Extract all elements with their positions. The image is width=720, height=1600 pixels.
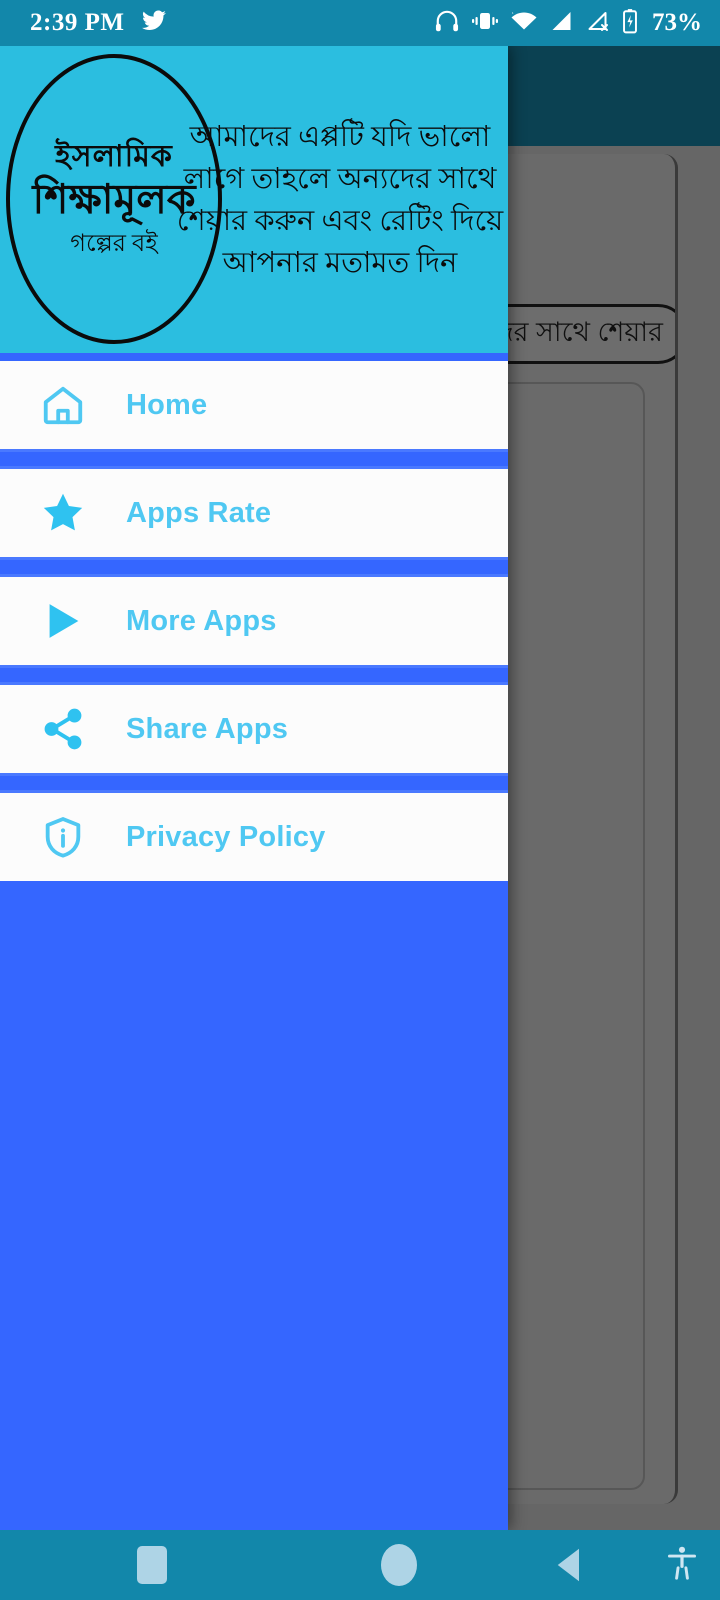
- drawer-divider: [0, 881, 508, 889]
- status-bar-right: 73%: [434, 8, 702, 39]
- back-triangle-icon[interactable]: [494, 1530, 644, 1600]
- home-circle-icon[interactable]: [304, 1530, 494, 1600]
- play-icon: [26, 598, 100, 644]
- system-navigation-bar: [0, 1530, 720, 1600]
- clock: 2:39 PM: [30, 9, 125, 36]
- drawer-divider: [0, 353, 508, 361]
- recents-glyph: [137, 1546, 167, 1584]
- back-glyph: [557, 1548, 579, 1582]
- headphones-icon: [434, 8, 460, 39]
- signal-off-icon: [585, 9, 610, 38]
- battery-percentage: 73%: [652, 9, 702, 36]
- battery-charging-icon: [621, 8, 639, 39]
- vibrate-icon: [471, 9, 499, 38]
- sidebar-item-label: Apps Rate: [126, 496, 272, 529]
- sidebar-item-label: More Apps: [126, 604, 277, 637]
- share-icon: [26, 706, 100, 752]
- status-bar-left: 2:39 PM: [30, 8, 168, 39]
- drawer-header-tagline: আমাদের এপ্পটি যদি ভালো লাগে তাহলে অন্যদে…: [176, 121, 504, 279]
- sidebar-item-label: Home: [126, 388, 208, 421]
- drawer-header: ইসলামিক শিক্ষামূলক গল্পের বই আমাদের এপ্প…: [0, 46, 508, 353]
- recents-square-icon[interactable]: [0, 1530, 304, 1600]
- star-icon: [26, 489, 100, 537]
- status-bar: 2:39 PM 73%: [0, 0, 720, 46]
- drawer-divider: [0, 557, 508, 577]
- sidebar-item-home[interactable]: Home: [0, 361, 508, 449]
- twitter-icon: [140, 8, 168, 39]
- sidebar-item-label: Share Apps: [126, 712, 289, 745]
- wifi-icon: [510, 9, 538, 38]
- navigation-drawer[interactable]: ইসলামিক শিক্ষামূলক গল্পের বই আমাদের এপ্প…: [0, 46, 508, 1530]
- accessibility-glyph: [668, 1546, 696, 1580]
- sidebar-item-label: Privacy Policy: [126, 820, 326, 853]
- home-icon: [26, 382, 100, 428]
- logo-line-1: ইসলামিক: [55, 140, 173, 173]
- logo-line-3: গল্পের বই: [70, 231, 158, 257]
- shield-info-icon: [26, 814, 100, 860]
- accessibility-icon[interactable]: [644, 1530, 720, 1600]
- drawer-divider: [0, 773, 508, 793]
- drawer-divider: [0, 449, 508, 469]
- sidebar-item-share-apps[interactable]: Share Apps: [0, 685, 508, 773]
- sidebar-item-apps-rate[interactable]: Apps Rate: [0, 469, 508, 557]
- signal-icon: [549, 9, 574, 38]
- drawer-divider: [0, 665, 508, 685]
- home-glyph: [381, 1544, 417, 1586]
- sidebar-item-more-apps[interactable]: More Apps: [0, 577, 508, 665]
- sidebar-item-privacy-policy[interactable]: Privacy Policy: [0, 793, 508, 881]
